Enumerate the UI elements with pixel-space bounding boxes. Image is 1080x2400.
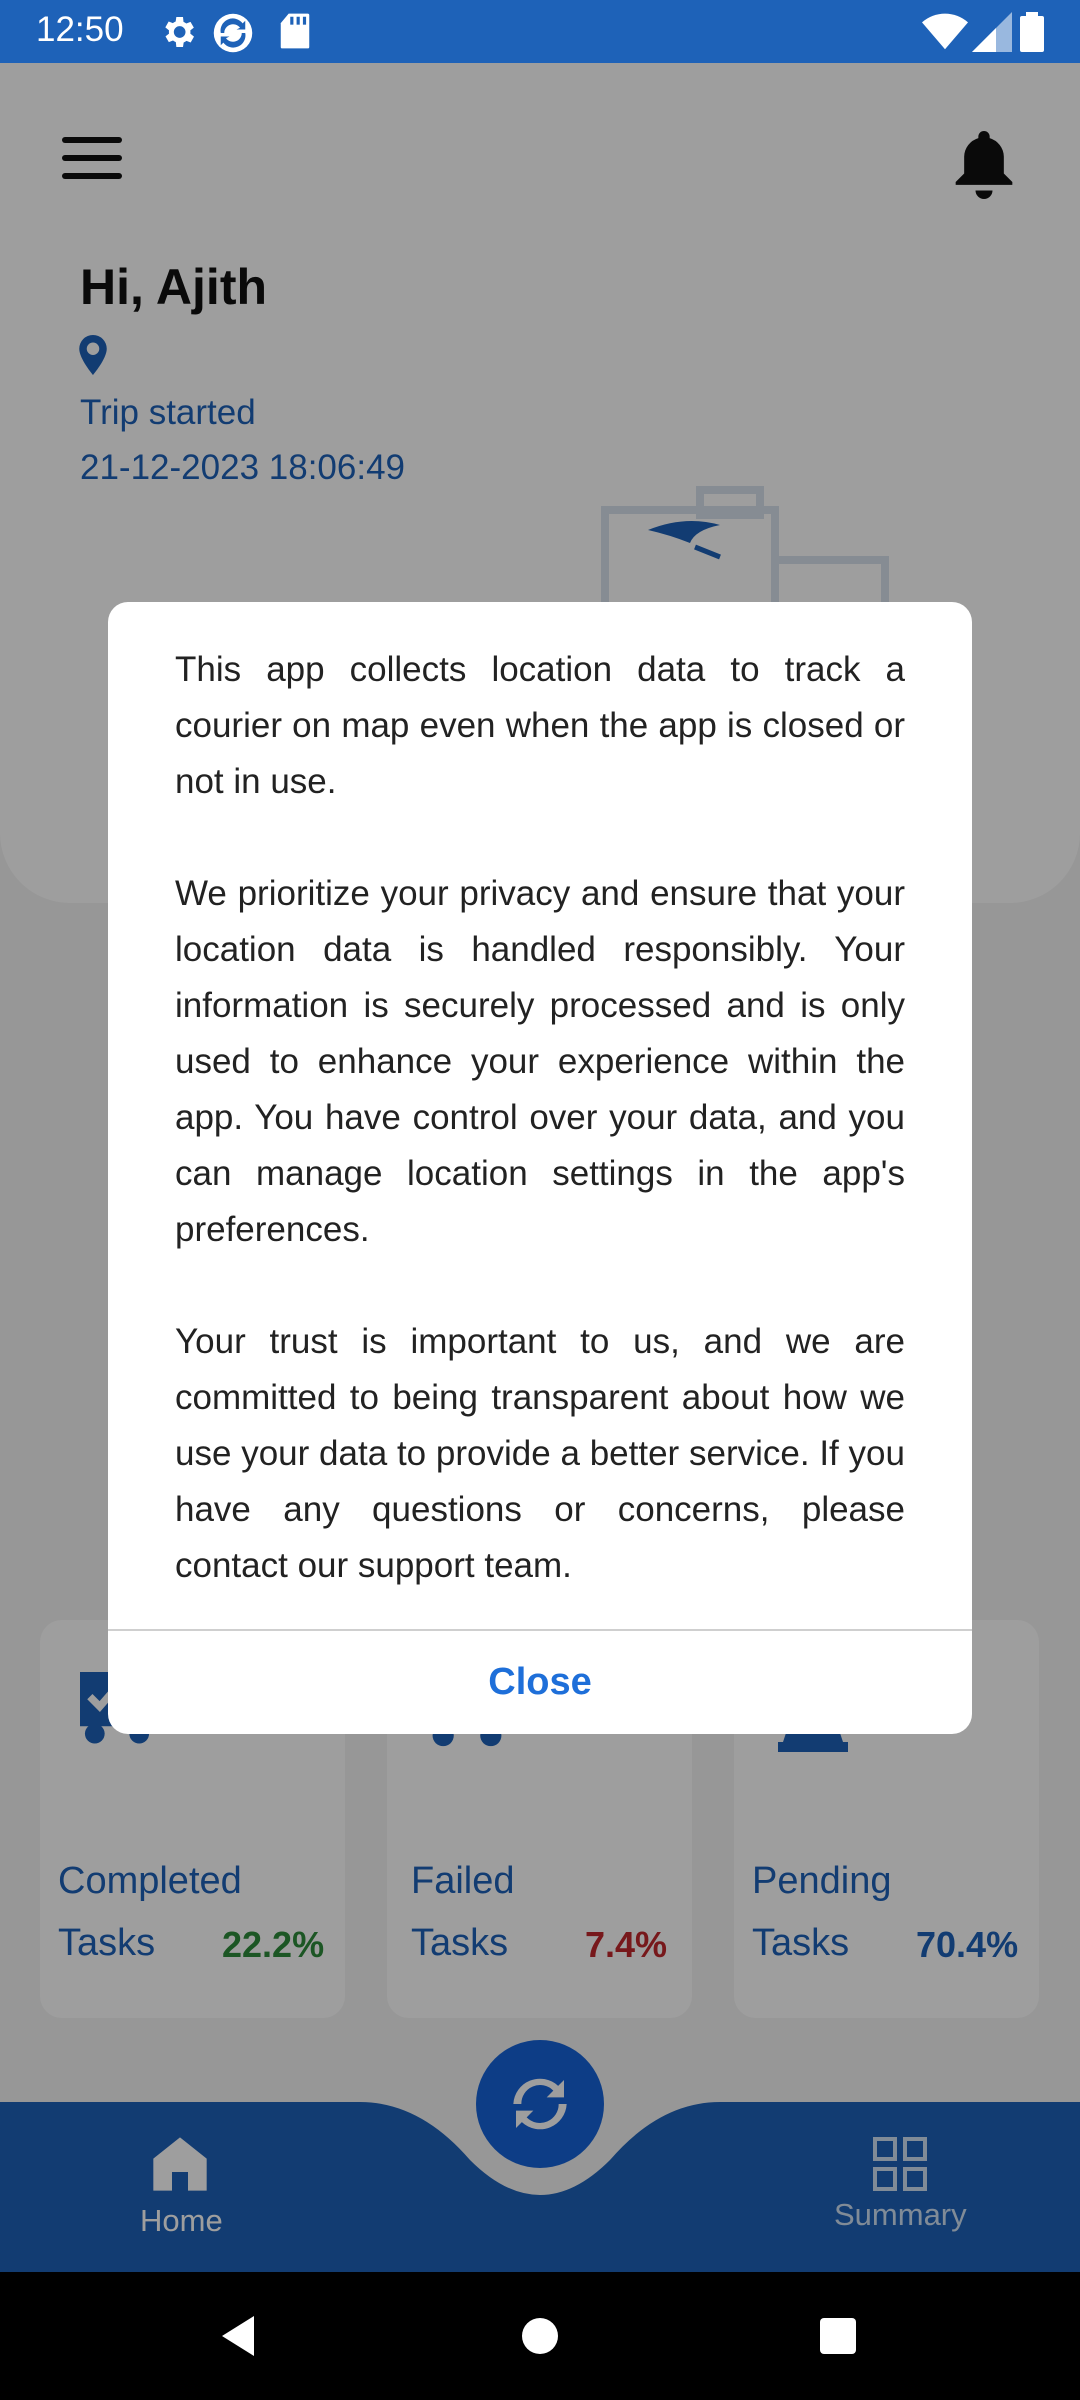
dialog-body: This app collects location data to track… [175,642,905,1650]
status-time: 12:50 [36,10,124,49]
dialog-paragraph-1: This app collects location data to track… [175,650,905,801]
cellular-signal-icon [972,12,1012,52]
sync-status-icon [213,13,253,53]
settings-icon [165,17,194,47]
dialog-paragraph-3: Your trust is important to us, and we ar… [175,1322,905,1585]
location-privacy-dialog: This app collects location data to track… [108,602,972,1734]
close-button[interactable]: Close [108,1631,972,1734]
back-icon[interactable] [218,2314,258,2358]
sd-card-icon [280,13,310,49]
dialog-paragraph-2: We prioritize your privacy and ensure th… [175,874,905,1249]
wifi-icon [922,13,968,50]
battery-icon [1020,12,1044,52]
home-circle-icon[interactable] [520,2316,560,2356]
recents-icon[interactable] [818,2316,858,2356]
